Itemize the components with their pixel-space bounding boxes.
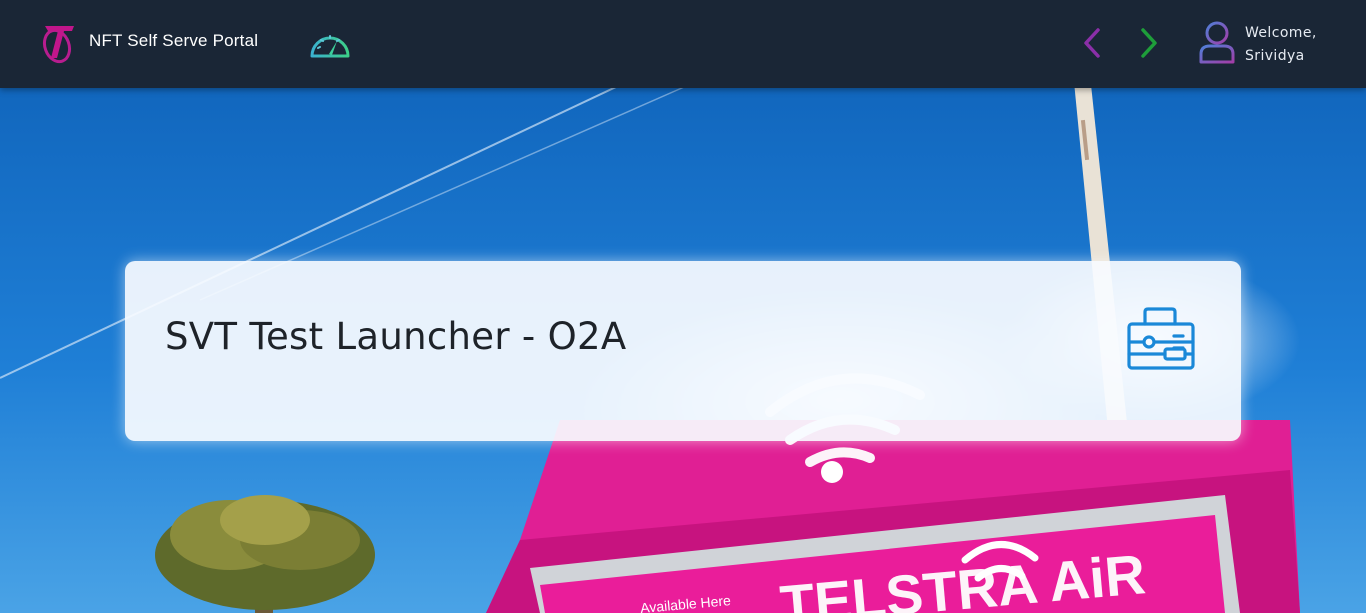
welcome-label: Welcome,: [1245, 25, 1317, 41]
top-header: NFT Self Serve Portal Welcome, Srividya: [0, 0, 1366, 88]
speedometer-icon[interactable]: [307, 26, 353, 60]
chevron-right-icon: [1141, 28, 1157, 58]
user-name: Srividya: [1245, 48, 1305, 64]
svt-test-launcher-card[interactable]: SVT Test Launcher - O2A: [125, 261, 1241, 441]
user-avatar-icon[interactable]: [1197, 20, 1237, 66]
telstra-logo-icon[interactable]: [40, 20, 78, 64]
back-button[interactable]: [1078, 26, 1106, 60]
chevron-left-icon: [1084, 28, 1100, 58]
app-title: NFT Self Serve Portal: [89, 31, 259, 50]
welcome-text: Welcome, Srividya: [1245, 22, 1355, 68]
forward-button[interactable]: [1135, 26, 1163, 60]
card-title: SVT Test Launcher - O2A: [165, 315, 627, 358]
toolbox-icon: [1125, 306, 1197, 374]
